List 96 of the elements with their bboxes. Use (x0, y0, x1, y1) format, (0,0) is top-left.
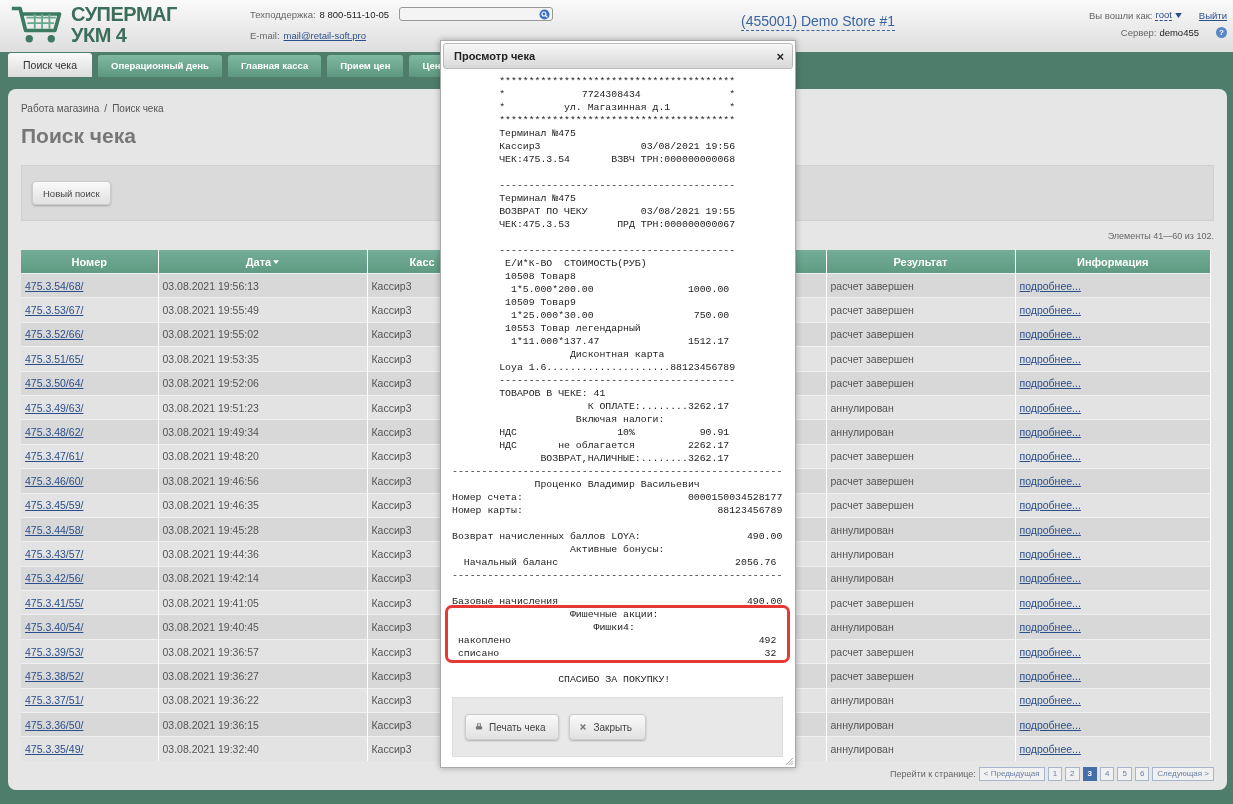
receipt-line: * ул. Магазинная д.1 * (498, 101, 737, 114)
receipt-line: 10509 Товар9 (504, 296, 577, 309)
table-cell: 03.08.2021 19:45:28 (158, 517, 367, 542)
table-cell: расчет завершен (826, 371, 1015, 396)
table-cell: аннулирован (826, 541, 1015, 567)
table-cell: 03.08.2021 19:40:45 (158, 614, 367, 640)
support-label: Техподдержка: (250, 8, 316, 20)
table-cell: аннулирован (826, 566, 1015, 591)
receipt-line: Дисконтная карта (568, 348, 666, 361)
table-cell: 03.08.2021 19:42:14 (158, 566, 367, 591)
table-cell: расчет завершен (826, 590, 1015, 615)
receipt-line: НДС не облагается 2262.17 (498, 439, 731, 452)
receipt-line: ---------------------------------------- (498, 244, 737, 257)
email-label: E-mail: (250, 30, 280, 41)
receipt-line: Активные бонусы: (568, 543, 666, 556)
table-cell: 03.08.2021 19:46:56 (158, 468, 367, 493)
table-cell: расчет завершен (826, 297, 1015, 323)
receipt-line: * 7724308434 * (498, 88, 737, 101)
receipt-line: СПАСИБО ЗА ПОКУПКУ! (557, 673, 672, 686)
table-cell: 03.08.2021 19:56:13 (158, 273, 367, 298)
receipt-line: Терминал №475 (498, 127, 577, 140)
server-label: Сервер: (1120, 27, 1157, 38)
table-cell: расчет завершен (826, 663, 1015, 689)
receipt-line: ---------------------------------------- (498, 374, 737, 387)
table-cell: 03.08.2021 19:55:49 (158, 297, 367, 323)
receipt-line: ЧЕК:475.3.54 ВЗВЧ ТРН:000000000068 (498, 153, 737, 166)
receipt-line: ВОЗВРАТ ПО ЧЕКУ 03/08/2021 19:55 (498, 205, 737, 218)
receipt-line: НДС 10% 90.91 (498, 426, 731, 439)
receipt-line: Loya 1.6.....................88123456789 (498, 361, 737, 374)
table-cell: расчет завершен (826, 639, 1015, 664)
table-cell: 03.08.2021 19:51:23 (158, 395, 367, 420)
support-phone: 8 800-511-10-05 (319, 8, 390, 20)
receipt-line: Фишечные акции: (568, 608, 660, 621)
receipt-line: Проценко Владимир Васильевич (533, 478, 701, 491)
receipt-line: Кассир3 03/08/2021 19:56 (498, 140, 737, 153)
pager-label: Перейти к странице: (890, 768, 976, 779)
page-title: Поиск чека (21, 123, 136, 149)
receipt-line: Включая налоги: (574, 413, 666, 426)
table-cell: расчет завершен (826, 444, 1015, 469)
receipt-line: 1*25.000*30.00 750.00 (509, 309, 731, 322)
table-cell: расчет завершен (826, 468, 1015, 493)
receipt-line: 10508 Товар8 (504, 270, 577, 283)
receipt-line: Начальный баланс 2056.76 (462, 556, 778, 569)
receipt-line: Е/И*К-ВО СТОИМОСТЬ(РУБ) (504, 257, 648, 270)
receipt-line: Фишки4: (592, 621, 636, 634)
table-cell: расчет завершен (826, 493, 1015, 518)
receipt-line: списано 32 (456, 647, 778, 660)
breadcrumb-current: Поиск чека (112, 103, 164, 114)
receipt-line: ЧЕК:475.3.53 ПРД ТРН:000000000067 (498, 218, 737, 231)
receipt-line: Возврат начисленных баллов LOYA: 490.00 (452, 530, 783, 543)
receipt-line: Базовые начисления 490.00 (452, 595, 783, 608)
breadcrumb-separator: / (104, 103, 108, 114)
dialog-title: Просмотр чека (454, 50, 536, 62)
receipt-line: ТОВАРОВ В ЧЕКЕ: 41 (498, 387, 607, 400)
table-cell: аннулирован (826, 419, 1015, 445)
table-cell: 03.08.2021 19:53:35 (158, 346, 367, 372)
table-cell: расчет завершен (826, 346, 1015, 372)
receipt-line: Номер карты: 88123456789 (452, 504, 783, 517)
table-cell: аннулирован (826, 712, 1015, 737)
table-cell: 03.08.2021 19:46:35 (158, 493, 367, 518)
receipt-line: -------------------------------------------------------- (452, 465, 783, 478)
receipt-line: Номер счета: 0000150034528177 (452, 491, 783, 504)
table-cell: 03.08.2021 19:44:36 (158, 541, 367, 567)
table-cell: аннулирован (826, 614, 1015, 640)
receipt-line: Терминал №475 (498, 192, 577, 205)
table-cell: аннулирован (826, 517, 1015, 542)
table-cell: 03.08.2021 19:48:20 (158, 444, 367, 469)
items-count: Элементы 41—60 из 102. (1107, 230, 1214, 241)
receipt-line: накоплено 492 (456, 634, 778, 647)
receipt-line: К ОПЛАТЕ:........3262.17 (586, 400, 731, 413)
table-cell: 03.08.2021 19:36:22 (158, 688, 367, 713)
logo-title: СУПЕРМАГ (71, 4, 177, 25)
receipt-line: -------------------------------------------------------- (452, 569, 783, 582)
table-cell: 03.08.2021 19:36:57 (158, 639, 367, 664)
table-cell: аннулирован (826, 736, 1015, 761)
table-cell: аннулирован (826, 688, 1015, 713)
table-cell: 03.08.2021 19:52:06 (158, 371, 367, 396)
receipt-line: **************************************** (498, 114, 737, 127)
table-cell: 03.08.2021 19:36:27 (158, 663, 367, 689)
receipt-line: ВОЗВРАТ,НАЛИЧНЫЕ:........3262.17 (539, 452, 731, 465)
table-cell: 03.08.2021 19:49:34 (158, 419, 367, 445)
receipt-line: ---------------------------------------- (498, 179, 737, 192)
receipt-line: 10553 Товар легендарный (504, 322, 642, 335)
table-cell: расчет завершен (826, 273, 1015, 298)
server-name: demo455 (1159, 27, 1199, 38)
table-cell: 03.08.2021 19:32:40 (158, 736, 367, 761)
receipt-line: 1*5.000*200.00 1000.00 (509, 283, 731, 296)
table-cell: аннулирован (826, 395, 1015, 420)
table-cell: 03.08.2021 19:36:15 (158, 712, 367, 737)
login-label: Вы вошли как: (1088, 9, 1153, 21)
logo-subtitle: УКМ 4 (71, 25, 128, 46)
receipt-line: **************************************** (498, 75, 737, 88)
table-cell: расчет завершен (826, 322, 1015, 347)
table-cell: 03.08.2021 19:55:02 (158, 322, 367, 347)
table-cell: 03.08.2021 19:41:05 (158, 590, 367, 615)
receipt-line: 1*11.000*137.47 1512.17 (509, 335, 731, 348)
